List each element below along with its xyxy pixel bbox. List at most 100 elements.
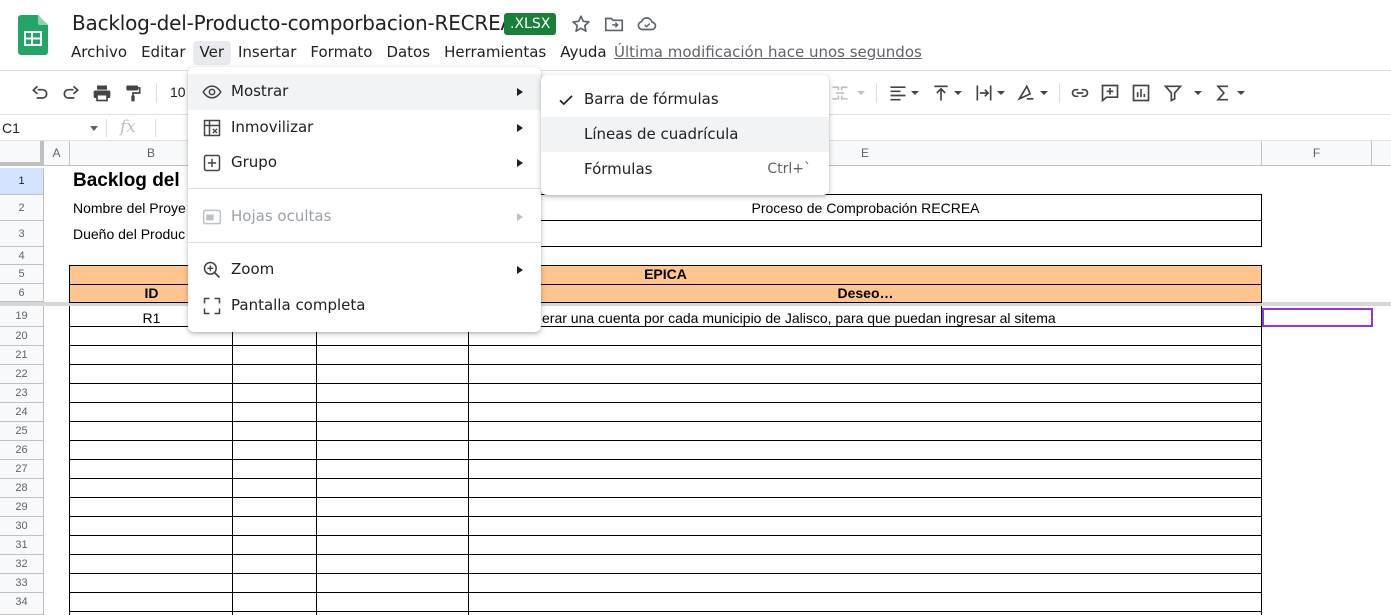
last-modified-link[interactable]: Última modificación hace unos segundos xyxy=(614,43,922,61)
row-header[interactable]: 26 xyxy=(0,441,44,460)
row-header[interactable]: 33 xyxy=(0,574,44,593)
file-format-badge: .XLSX xyxy=(504,13,557,35)
row-header[interactable]: 27 xyxy=(0,460,44,479)
name-box[interactable]: C1 xyxy=(2,120,20,136)
functions-dropdown-icon[interactable] xyxy=(1236,83,1246,103)
project-name-label[interactable]: Nombre del Proye xyxy=(73,200,186,216)
eye-icon xyxy=(202,82,222,102)
undo-icon[interactable] xyxy=(30,83,50,103)
move-folder-icon[interactable] xyxy=(603,13,625,35)
cell-border xyxy=(469,220,1262,221)
row-header[interactable]: 2 xyxy=(0,195,44,221)
row-header[interactable]: 24 xyxy=(0,403,44,422)
menu-insertar[interactable]: Insertar xyxy=(231,41,303,65)
row-header[interactable]: 28 xyxy=(0,479,44,498)
menu-ayuda[interactable]: Ayuda xyxy=(553,41,613,65)
column-header-a[interactable]: A xyxy=(44,141,70,166)
freeze-icon xyxy=(202,118,222,138)
merge-dropdown-icon[interactable] xyxy=(856,83,866,103)
submenu-item-lineas-de-cuadricula[interactable]: Líneas de cuadrícula xyxy=(541,117,829,152)
project-name-value[interactable]: Proceso de Comprobación RECREA xyxy=(469,200,1262,216)
merge-cells-icon[interactable] xyxy=(830,83,850,103)
menu-formato[interactable]: Formato xyxy=(303,41,379,65)
row-header[interactable]: 29 xyxy=(0,498,44,517)
product-owner-label[interactable]: Dueño del Produc xyxy=(73,226,185,242)
table-row xyxy=(69,573,1262,574)
vertical-align-icon[interactable] xyxy=(931,83,951,103)
name-box-dropdown-icon[interactable] xyxy=(90,126,98,131)
row-header[interactable]: 34 xyxy=(0,593,44,615)
cloud-status-icon[interactable] xyxy=(636,13,658,35)
table-row xyxy=(69,535,1262,536)
row-header[interactable]: 19 xyxy=(0,306,44,327)
select-all-corner[interactable] xyxy=(0,141,44,166)
menu-ver[interactable]: Ver xyxy=(192,41,231,65)
zoom-select[interactable]: 10 xyxy=(170,84,186,100)
filter-dropdown-icon[interactable] xyxy=(1193,83,1203,103)
row-header[interactable]: 4 xyxy=(0,247,44,265)
table-row xyxy=(69,611,1262,612)
redo-icon[interactable] xyxy=(61,83,81,103)
menu-herramientas[interactable]: Herramientas xyxy=(437,41,553,65)
horizontal-align-icon[interactable] xyxy=(888,83,908,103)
filter-icon[interactable] xyxy=(1163,83,1183,103)
menu-item-label: Mostrar xyxy=(231,82,289,100)
toolbar-separator xyxy=(156,83,157,103)
text-rotation-dropdown-icon[interactable] xyxy=(1039,83,1049,103)
row-header[interactable]: 5 xyxy=(0,265,44,284)
row-header[interactable]: 21 xyxy=(0,346,44,365)
row-header[interactable]: 20 xyxy=(0,327,44,346)
row-header[interactable]: 3 xyxy=(0,221,44,247)
zoom-icon xyxy=(202,260,222,280)
submenu-arrow-icon xyxy=(517,159,523,167)
selected-cell[interactable] xyxy=(1262,308,1373,327)
sheets-logo-icon[interactable] xyxy=(18,15,48,55)
row-header[interactable]: 30 xyxy=(0,517,44,536)
row-header[interactable]: 6 xyxy=(0,284,44,302)
column-header-f[interactable]: F xyxy=(1262,141,1372,166)
row-header[interactable]: 32 xyxy=(0,555,44,574)
menu-item-mostrar[interactable]: Mostrar xyxy=(188,74,541,110)
document-title[interactable]: Backlog-del-Producto-comporbacion-RECREA xyxy=(72,11,514,35)
menu-item-zoom[interactable]: Zoom xyxy=(188,252,541,288)
submenu-item-barra-de-formulas[interactable]: Barra de fórmulas xyxy=(541,82,829,117)
row-header[interactable]: 31 xyxy=(0,536,44,555)
insert-chart-icon[interactable] xyxy=(1131,83,1151,103)
submenu-arrow-icon xyxy=(517,213,523,221)
fx-icon: fx xyxy=(120,117,136,137)
submenu-item-formulas[interactable]: Fórmulas Ctrl+` xyxy=(541,152,829,187)
star-icon[interactable] xyxy=(570,13,592,35)
text-rotation-icon[interactable] xyxy=(1016,83,1036,103)
insert-comment-icon[interactable] xyxy=(1100,83,1120,103)
menu-item-grupo[interactable]: Grupo xyxy=(188,145,541,181)
menu-item-pantalla-completa[interactable]: Pantalla completa xyxy=(188,288,541,324)
table-row xyxy=(69,440,1262,441)
sheet-title-cell[interactable]: Backlog del xyxy=(73,170,180,192)
cell-border xyxy=(469,246,1262,247)
row-header[interactable]: 25 xyxy=(0,422,44,441)
menu-editar[interactable]: Editar xyxy=(134,41,192,65)
insert-link-icon[interactable] xyxy=(1070,83,1090,103)
paint-format-icon[interactable] xyxy=(123,83,143,103)
table-row xyxy=(69,345,1262,346)
vertical-align-dropdown-icon[interactable] xyxy=(953,83,963,103)
row-header[interactable]: 22 xyxy=(0,365,44,384)
text-wrap-icon[interactable] xyxy=(974,83,994,103)
table-row xyxy=(69,478,1262,479)
r1-description-cell[interactable]: erar una cuenta por cada municipio de Ja… xyxy=(542,310,1056,326)
menu-datos[interactable]: Datos xyxy=(379,41,437,65)
table-row xyxy=(69,383,1262,384)
menu-item-label: Inmovilizar xyxy=(231,118,314,136)
menu-item-inmovilizar[interactable]: Inmovilizar xyxy=(188,110,541,146)
row-header[interactable]: 1 xyxy=(0,168,44,195)
deseo-header-cell[interactable]: Deseo… xyxy=(469,285,1262,301)
row-header[interactable]: 23 xyxy=(0,384,44,403)
submenu-item-label: Fórmulas xyxy=(584,160,653,178)
menu-archivo[interactable]: Archivo xyxy=(64,41,134,65)
print-icon[interactable] xyxy=(92,83,112,103)
submenu-item-label: Líneas de cuadrícula xyxy=(584,125,739,143)
horizontal-align-dropdown-icon[interactable] xyxy=(910,83,920,103)
functions-icon[interactable] xyxy=(1213,83,1233,103)
text-wrap-dropdown-icon[interactable] xyxy=(996,83,1006,103)
keyboard-shortcut: Ctrl+` xyxy=(767,161,811,177)
